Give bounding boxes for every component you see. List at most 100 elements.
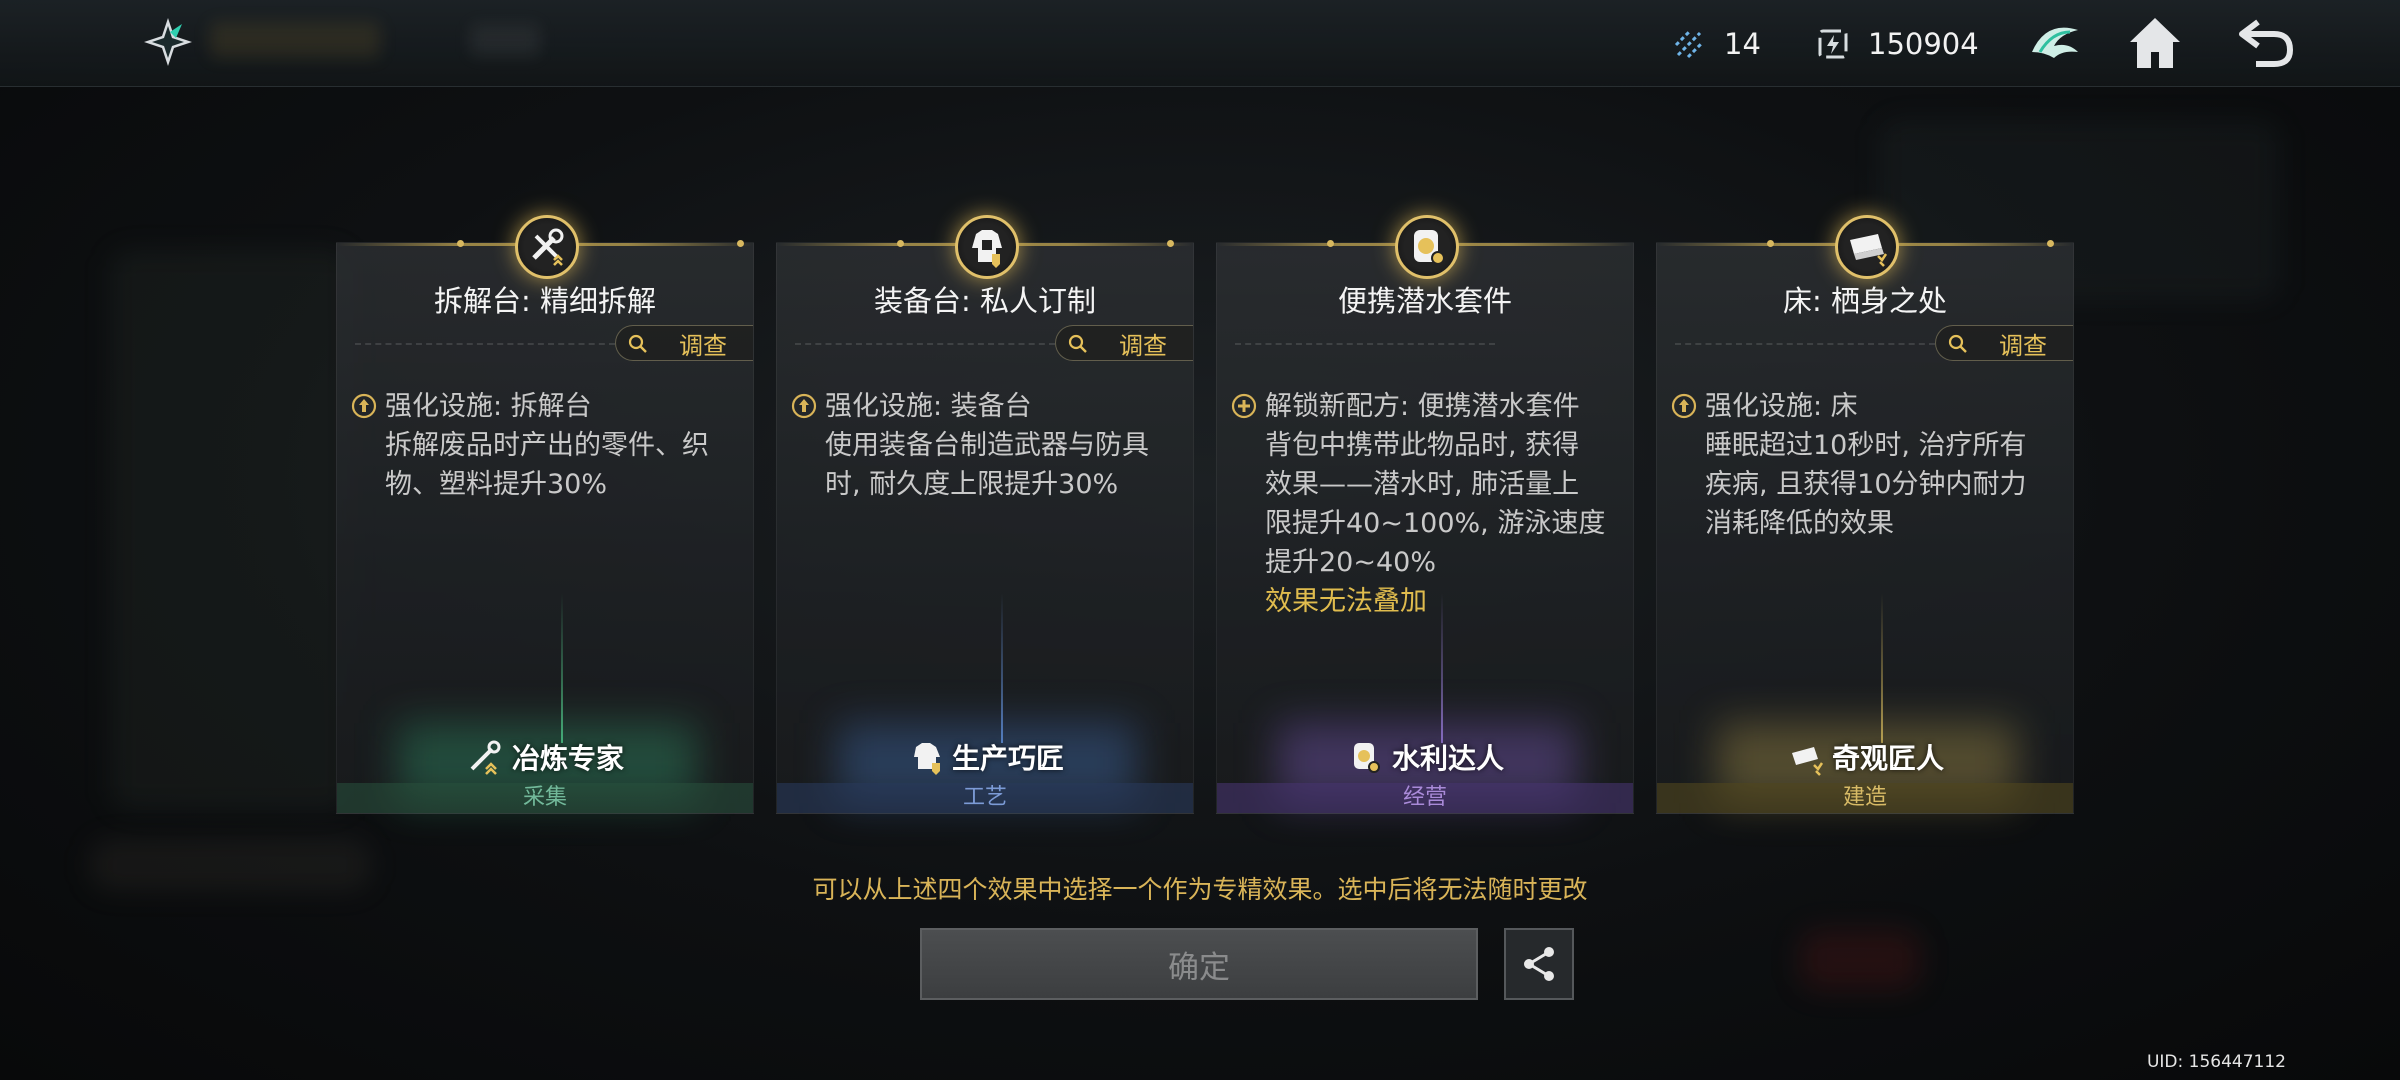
category-label: 工艺	[777, 783, 1193, 813]
card-dot	[1167, 240, 1174, 247]
description-line: 睡眠超过10秒时, 治疗所有	[1705, 430, 2027, 461]
specialization-card[interactable]: 床: 栖身之处 调查 强化设施: 床 睡眠超过10秒时, 治疗所有 疾病, 且获…	[1656, 215, 2074, 814]
role-label: 奇观匠人	[1831, 742, 1944, 775]
light-beam	[1441, 593, 1443, 743]
role-label: 冶炼专家	[511, 742, 624, 775]
category-label: 建造	[1657, 783, 2073, 813]
search-icon	[628, 334, 647, 353]
screen: 14 150904 拆解台: 精细拆解 调查 强化设施: 拆解台 拆解废品时产出…	[0, 0, 2400, 1080]
description-line: 解锁新配方: 便携潜水套件	[1265, 391, 1580, 422]
light-beam	[561, 593, 563, 743]
wrench-hammer-icon	[532, 228, 564, 266]
investigate-button[interactable]: 调查	[1935, 325, 2073, 361]
card-separator	[1235, 343, 1495, 345]
light-beam	[1001, 593, 1003, 743]
search-icon	[1068, 334, 1087, 353]
card-separator	[795, 343, 1055, 345]
investigate-button[interactable]: 调查	[615, 325, 753, 361]
energy-resource: 150904	[1816, 22, 1979, 66]
blurred-title	[210, 22, 380, 58]
investigate-label: 调查	[1999, 331, 2047, 360]
card-dot	[1327, 240, 1334, 247]
role-title: 生产巧匠	[777, 737, 1193, 777]
investigate-label: 调查	[679, 331, 727, 360]
description-line: 疾病, 且获得10分钟内耐力	[1705, 469, 2027, 500]
specialization-card[interactable]: 装备台: 私人订制 调查 强化设施: 装备台 使用装备台制造武器与防具 时, 耐…	[776, 215, 1194, 814]
crystal-icon	[1674, 29, 1704, 59]
description-line: 物、塑料提升30%	[385, 469, 608, 500]
background-panel	[110, 250, 350, 810]
description-line: 拆解废品时产出的零件、织	[385, 430, 709, 461]
light-beam	[1881, 593, 1883, 743]
card-title: 便携潜水套件	[1337, 284, 1512, 318]
production-artisan-icon	[913, 743, 940, 775]
card-separator	[1675, 343, 1935, 345]
card-title: 装备台: 私人订制	[874, 284, 1096, 318]
background-panel	[1800, 930, 1920, 990]
blurred-subtitle	[470, 24, 540, 56]
unlock-plus-icon	[1231, 393, 1257, 419]
confirm-label: 确定	[1168, 949, 1230, 986]
card-dot	[1767, 240, 1774, 247]
upgrade-icon	[351, 393, 377, 419]
selection-hint: 可以从上述四个效果中选择一个作为专精效果。选中后将无法随时更改	[812, 875, 1588, 904]
upgrade-icon	[1671, 393, 1697, 419]
category-label: 经营	[1217, 783, 1633, 813]
card-dot	[457, 240, 464, 247]
description-line: 时, 耐久度上限提升30%	[825, 469, 1119, 500]
game-logo-icon[interactable]	[140, 14, 196, 70]
role-label: 生产巧匠	[951, 742, 1064, 775]
description-line: 强化设施: 床	[1705, 391, 1858, 422]
diving-kit-icon	[1414, 230, 1445, 265]
card-dot	[897, 240, 904, 247]
role-label: 水利达人	[1391, 742, 1504, 775]
card-description: 强化设施: 拆解台 拆解废品时产出的零件、织 物、塑料提升30%	[385, 387, 735, 504]
investigate-label: 调查	[1119, 331, 1167, 360]
role-title: 奇观匠人	[1657, 737, 2073, 777]
crystal-count: 14	[1724, 27, 1761, 61]
confirm-button[interactable]: 确定	[920, 928, 1478, 1000]
energy-count: 150904	[1868, 27, 1979, 61]
card-badge	[515, 215, 579, 279]
card-description: 强化设施: 装备台 使用装备台制造武器与防具 时, 耐久度上限提升30%	[825, 387, 1175, 504]
top-bar: 14 150904	[0, 0, 2400, 87]
share-icon	[1524, 947, 1554, 981]
specialization-card[interactable]: 拆解台: 精细拆解 调查 强化设施: 拆解台 拆解废品时产出的零件、织 物、塑料…	[336, 215, 754, 814]
upgrade-icon	[791, 393, 817, 419]
bed-icon	[1850, 234, 1888, 267]
card-badge	[955, 215, 1019, 279]
role-title: 水利达人	[1217, 737, 1633, 777]
description-line: 限提升40~100%, 游泳速度	[1265, 508, 1606, 539]
card-separator	[355, 343, 615, 345]
user-id: UID: 156447112	[2146, 1052, 2286, 1072]
card-badge	[1835, 215, 1899, 279]
back-icon[interactable]	[2234, 12, 2296, 74]
description-line: 强化设施: 拆解台	[385, 391, 592, 422]
role-title: 冶炼专家	[337, 737, 753, 777]
card-dot	[2047, 240, 2054, 247]
share-button[interactable]	[1504, 928, 1574, 1000]
category-label: 采集	[337, 783, 753, 813]
card-description: 解锁新配方: 便携潜水套件 背包中携带此物品时, 获得 效果——潜水时, 肺活量…	[1265, 387, 1615, 621]
description-line: 提升20~40%	[1265, 547, 1436, 578]
armor-icon	[972, 230, 1002, 268]
description-line: 效果——潜水时, 肺活量上	[1265, 469, 1580, 500]
effect-note: 效果无法叠加	[1265, 586, 1427, 617]
card-title: 拆解台: 精细拆解	[434, 284, 656, 318]
ship-emblem-icon[interactable]	[2024, 12, 2086, 74]
card-title: 床: 栖身之处	[1783, 284, 1947, 318]
description-line: 使用装备台制造武器与防具	[825, 430, 1149, 461]
crystal-resource: 14	[1672, 22, 1761, 66]
description-line: 强化设施: 装备台	[825, 391, 1032, 422]
card-badge	[1395, 215, 1459, 279]
smelting-expert-icon	[470, 740, 501, 775]
energy-icon	[1818, 29, 1848, 59]
card-description: 强化设施: 床 睡眠超过10秒时, 治疗所有 疾病, 且获得10分钟内耐力 消耗…	[1705, 387, 2055, 543]
card-dot	[737, 240, 744, 247]
home-icon[interactable]	[2124, 12, 2186, 74]
description-line: 消耗降低的效果	[1705, 508, 1894, 539]
wonder-artisan-icon	[1791, 747, 1824, 776]
water-expert-icon	[1353, 743, 1380, 773]
investigate-button[interactable]: 调查	[1055, 325, 1193, 361]
specialization-card[interactable]: 便携潜水套件 解锁新配方: 便携潜水套件 背包中携带此物品时, 获得 效果——潜…	[1216, 215, 1634, 814]
